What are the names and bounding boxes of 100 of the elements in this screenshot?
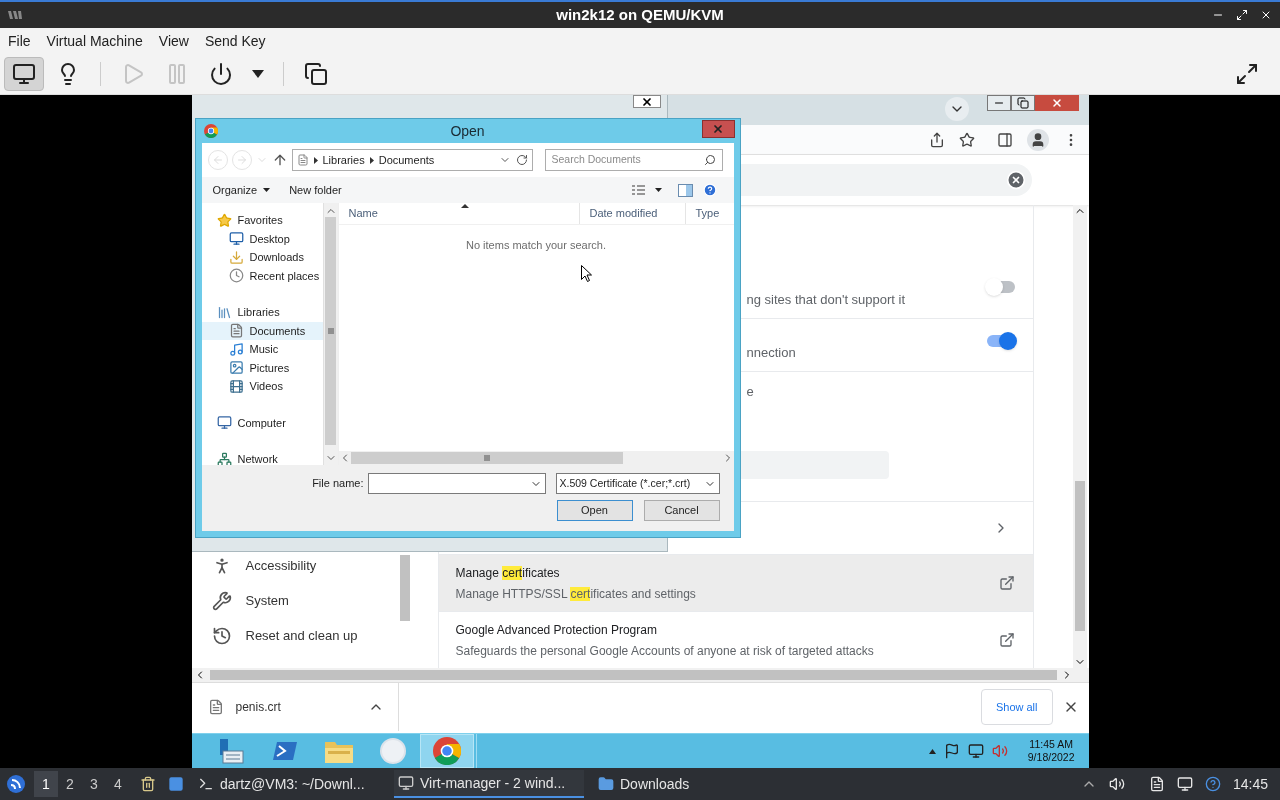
nav-item[interactable]: Computer <box>201 413 323 432</box>
scrollbar-thumb[interactable] <box>209 670 1057 680</box>
restore-button[interactable] <box>1010 95 1035 111</box>
external-link-icon[interactable] <box>998 632 1015 648</box>
desktop-icon[interactable] <box>168 776 184 792</box>
grip-icon <box>483 455 490 461</box>
sidebar-item[interactable]: Accessibility <box>191 548 400 583</box>
column-header[interactable]: Type <box>684 203 734 224</box>
nav-item[interactable]: Music <box>201 340 323 359</box>
side-panel-icon[interactable] <box>996 131 1013 148</box>
close-icon <box>712 123 724 135</box>
breadcrumb-arrow-icon <box>369 156 374 164</box>
minimize-button[interactable] <box>986 95 1011 111</box>
flag-icon[interactable] <box>943 743 960 759</box>
menu-item[interactable]: View <box>158 30 189 52</box>
refresh-icon[interactable] <box>515 154 528 166</box>
snapshots-icon <box>304 62 328 86</box>
speaker-icon[interactable] <box>1108 776 1125 792</box>
task-button[interactable]: Downloads <box>594 770 784 798</box>
toolbar-button[interactable] <box>4 57 44 91</box>
notification-icon[interactable] <box>1204 776 1221 792</box>
chrome-logo-icon <box>203 124 218 138</box>
search-field[interactable]: Search Documents <box>544 149 723 171</box>
scrollbar-thumb[interactable] <box>350 452 623 464</box>
file-type-select[interactable]: X.509 Certificate (*.cer;*.crt) <box>555 473 720 494</box>
share-icon[interactable] <box>928 131 945 148</box>
preview-pane-icon[interactable] <box>677 183 693 197</box>
chrome-logo-icon <box>432 737 461 765</box>
monitor-icon <box>228 231 244 247</box>
videos-icon <box>228 378 244 394</box>
clock[interactable]: 14:45 <box>1232 773 1268 795</box>
scrollbar-thumb[interactable] <box>325 217 336 445</box>
close-icon <box>640 95 653 108</box>
scrollbar-thumb[interactable] <box>1074 481 1085 631</box>
nav-item[interactable]: Desktop <box>201 229 323 248</box>
monitor-icon <box>12 62 36 86</box>
star-icon[interactable] <box>958 131 975 148</box>
download-item[interactable]: penis.crt <box>191 683 399 731</box>
empty-message: No items match your search. <box>466 238 606 253</box>
nav-item[interactable]: Recent places <box>201 266 323 285</box>
nav-item[interactable]: Libraries <box>201 303 323 322</box>
nav-item[interactable]: Documents <box>201 321 323 340</box>
restore-icon <box>1016 97 1029 109</box>
nav-item[interactable]: Pictures <box>201 358 323 377</box>
file-name-field[interactable] <box>367 473 546 494</box>
wrench-icon <box>211 590 232 611</box>
close-icon[interactable] <box>1260 9 1272 21</box>
workspace-button[interactable]: 4 <box>106 771 130 797</box>
breadcrumb[interactable]: Libraries <box>322 151 365 169</box>
profile-button[interactable] <box>1026 128 1049 151</box>
new-folder-button[interactable]: New folder <box>289 181 342 199</box>
dialog-button[interactable]: Open <box>556 500 633 521</box>
search-icon <box>703 154 716 166</box>
clear-icon[interactable] <box>1005 170 1026 190</box>
caret-icon <box>263 188 271 192</box>
sidebar-item[interactable]: Reset and clean up <box>191 618 400 653</box>
monitor-icon <box>398 775 414 791</box>
power-icon <box>209 62 233 86</box>
nav-item[interactable]: Favorites <box>201 211 323 230</box>
terminal-icon <box>198 776 214 792</box>
help-icon[interactable] <box>702 183 717 197</box>
toggle-switch[interactable] <box>986 281 1015 294</box>
external-link-icon[interactable] <box>998 575 1015 591</box>
task-button[interactable]: Virt-manager - 2 wind... <box>394 770 584 798</box>
powershell-icon <box>271 740 298 762</box>
workspace-button[interactable]: 2 <box>58 771 82 797</box>
organize-button[interactable]: Organize <box>212 181 271 199</box>
workspace-button[interactable]: 3 <box>82 771 106 797</box>
toggle-switch[interactable] <box>986 334 1015 347</box>
start-menu-icon[interactable] <box>6 774 26 794</box>
taskbar-app[interactable] <box>419 734 474 768</box>
show-all-button[interactable]: Show all <box>980 689 1053 725</box>
nav-item[interactable]: Downloads <box>201 248 323 267</box>
setting-text: ng sites that don't support it <box>746 290 906 309</box>
breadcrumb[interactable]: Documents <box>378 151 435 169</box>
menu-item[interactable]: Send Key <box>204 30 266 52</box>
scrollbar-thumb[interactable] <box>399 555 410 621</box>
clock-date[interactable]: 9/18/2022 <box>1027 751 1075 764</box>
sort-arrow-icon <box>460 204 469 208</box>
sidebar-item[interactable]: System <box>191 583 400 618</box>
mouse-pointer-icon <box>580 265 592 282</box>
column-header[interactable]: Date modified <box>578 203 685 224</box>
dialog-button[interactable]: Cancel <box>643 500 720 521</box>
clock-time[interactable]: 11:45 AM <box>1029 738 1073 751</box>
view-list-icon[interactable] <box>631 185 645 195</box>
folder-icon <box>598 776 614 792</box>
close-button[interactable] <box>701 120 735 138</box>
breadcrumb-arrow-icon <box>313 156 318 164</box>
caret-icon[interactable] <box>654 188 662 192</box>
menu-item[interactable]: File <box>8 30 31 52</box>
close-button[interactable] <box>632 95 661 108</box>
tab-search-button[interactable] <box>944 97 969 121</box>
maximize-icon[interactable] <box>1236 9 1248 21</box>
show-hidden-icons-icon[interactable] <box>928 748 936 754</box>
column-header[interactable]: Name <box>338 203 579 224</box>
nav-item[interactable]: Videos <box>201 377 323 396</box>
workspace-button[interactable]: 1 <box>34 771 58 797</box>
menu-item[interactable]: Virtual Machine <box>46 30 143 52</box>
task-button[interactable]: dartz@VM3: ~/Downl... <box>194 770 384 798</box>
address-bar[interactable]: Libraries Documents <box>291 149 533 171</box>
